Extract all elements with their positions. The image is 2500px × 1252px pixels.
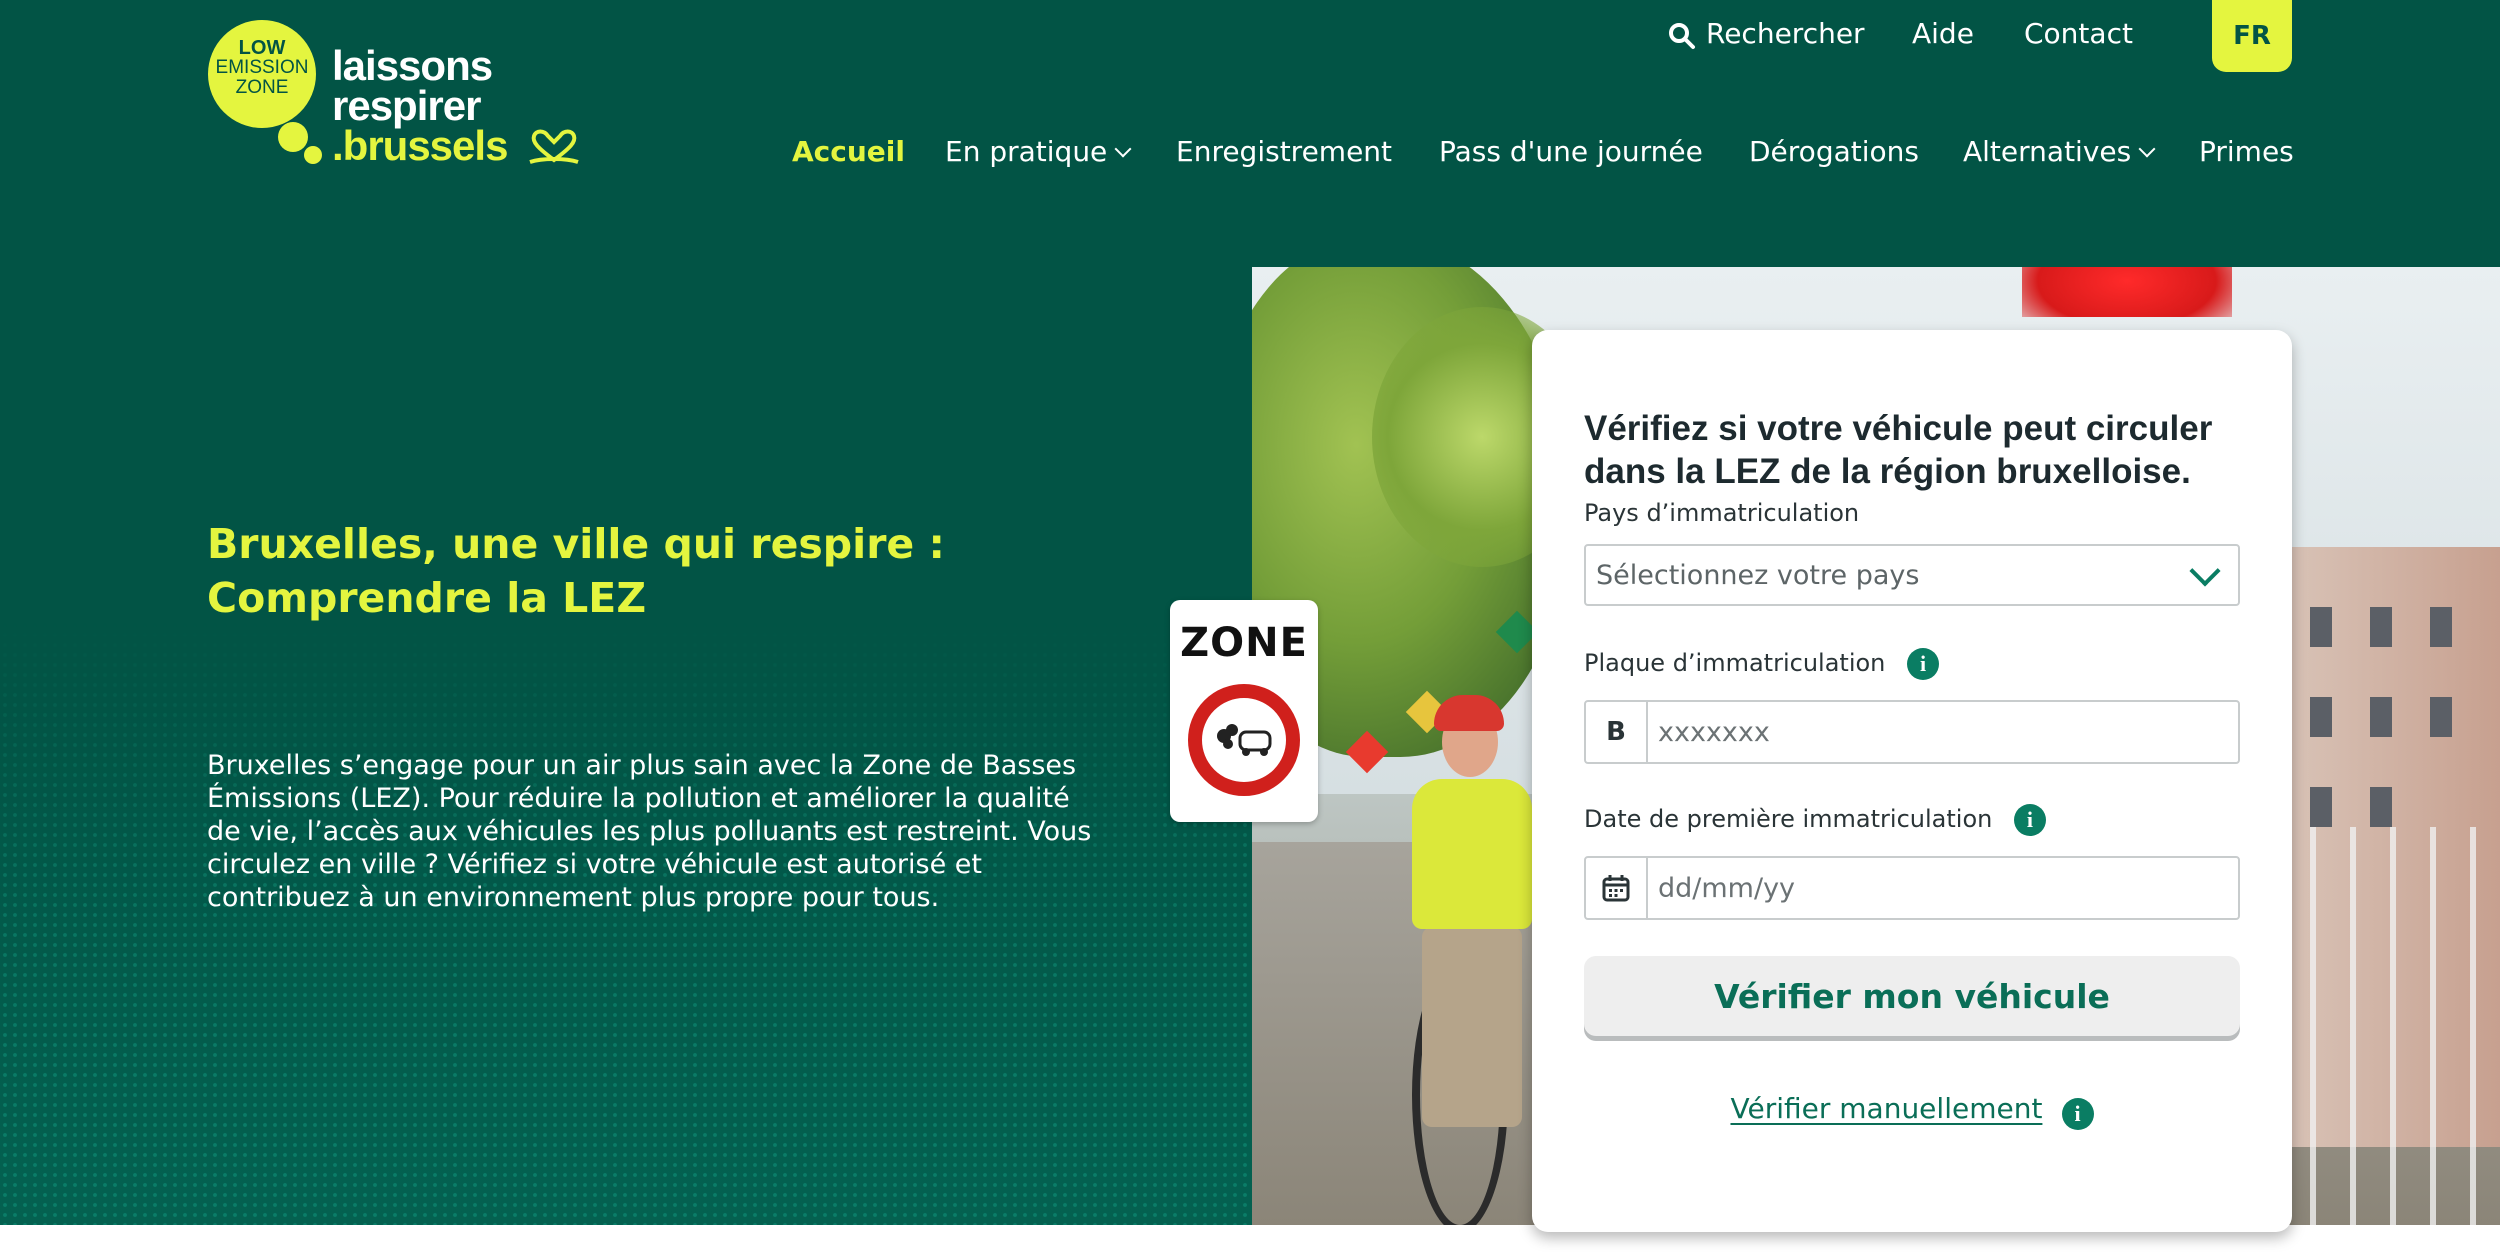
nav-derogations[interactable]: Dérogations [1749,132,1919,172]
chevron-down-icon [1114,140,1132,158]
photo-pinwheel [2022,267,2232,317]
date-field [1584,856,2240,920]
contact-link[interactable]: Contact [2024,14,2133,54]
logo-badge: LOW EMISSION ZONE [208,38,316,98]
lez-zone-sign: ZONE [1170,600,1318,822]
logo-word: respirer [332,82,481,129]
hero-description: Bruxelles s’engage pour un air plus sain… [207,750,1092,913]
plate-label-row: Plaque d’immatriculation i [1584,648,1940,680]
nav-primes[interactable]: Primes [2199,132,2294,172]
logo-badge-line: EMISSION [215,57,309,78]
nav-pass-journee[interactable]: Pass d'une journée [1439,132,1703,172]
vehicle-check-card: Vérifiez si votre véhicule peut circuler… [1532,330,2292,1232]
manual-check-link[interactable]: Vérifier manuellement [1730,1092,2042,1125]
plate-country-prefix: B [1586,702,1648,762]
chevron-down-icon [2138,140,2156,158]
calendar-icon[interactable] [1586,858,1648,918]
logo-wordmark: laissons respirer .brussels [332,42,508,169]
form-title: Vérifiez si votre véhicule peut circuler… [1584,409,2213,492]
language-switcher[interactable]: FR [2212,0,2292,72]
date-label: Date de première immatriculation [1584,805,1993,833]
help-link[interactable]: Aide [1912,14,1974,54]
nav-label: Alternatives [1963,135,2132,168]
logo-dot [304,146,322,164]
info-icon[interactable]: i [2061,1097,2094,1130]
info-icon[interactable]: i [1907,648,1940,680]
chevron-down-icon [2189,555,2221,587]
nav-label: En pratique [945,135,1108,168]
date-label-row: Date de première immatriculation i [1584,804,2046,836]
zone-sign-text: ZONE [1180,620,1308,666]
logo-word: laissons [332,42,493,89]
search-icon[interactable] [1668,22,1696,50]
hearts-icon [529,129,579,164]
site-logo[interactable]: LOW EMISSION ZONE laissons respirer .bru… [208,18,580,170]
verify-vehicle-button[interactable]: Vérifier mon véhicule [1584,956,2240,1036]
photo-railing [2270,827,2500,1225]
logo-word: .brussels [332,122,508,169]
country-select[interactable]: Sélectionnez votre pays [1584,544,2240,606]
no-entry-sign-icon [1188,684,1300,796]
nav-enregistrement[interactable]: Enregistrement [1176,132,1392,172]
plate-label: Plaque d’immatriculation [1584,649,1886,677]
nav-en-pratique[interactable]: En pratique [945,132,1132,172]
search-link[interactable]: Rechercher [1706,14,1865,54]
logo-badge-line: LOW [238,37,286,59]
country-select-value: Sélectionnez votre pays [1596,560,1920,591]
page-title: Bruxelles, une ville qui respire : Compr… [207,520,945,623]
date-input[interactable] [1648,858,2234,918]
plate-field: B [1584,700,2240,764]
logo-dot [278,122,308,152]
logo-badge-line: ZONE [235,77,289,98]
plate-input[interactable] [1648,702,2234,762]
info-icon[interactable]: i [2013,804,2046,836]
nav-accueil[interactable]: Accueil [792,132,905,172]
nav-alternatives[interactable]: Alternatives [1963,132,2156,172]
manual-check-row: Vérifier manuellement i [1532,1092,2292,1130]
country-label: Pays d’immatriculation [1584,499,1860,527]
